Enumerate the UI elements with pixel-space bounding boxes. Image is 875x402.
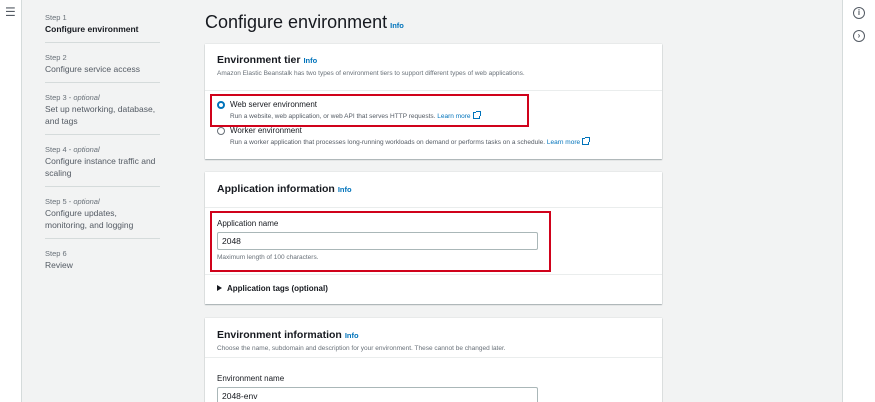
environment-info-card: Environment information Info Choose the n… — [205, 318, 662, 402]
info-icon[interactable]: i — [853, 7, 865, 19]
highlight-box — [210, 94, 529, 127]
step-number: Step 5 - optional — [45, 197, 100, 206]
step-4[interactable]: Step 4 - optional Configure instance tra… — [45, 144, 160, 187]
step-title: Configure updates, monitoring, and loggi… — [45, 208, 134, 230]
step-5[interactable]: Step 5 - optional Configure updates, mon… — [45, 196, 160, 239]
step-number: Step 1 — [45, 13, 67, 22]
card-title: Environment tier Info — [217, 54, 318, 66]
card-description: Amazon Elastic Beanstalk has two types o… — [217, 70, 525, 77]
right-rail: i › — [842, 0, 875, 402]
step-number: Step 3 - optional — [45, 93, 100, 102]
page-title: Configure environment Info — [205, 12, 404, 32]
radio-label: Worker environment — [230, 126, 302, 135]
learn-more-link[interactable]: Learn more — [547, 137, 591, 146]
info-link[interactable]: Info — [390, 21, 404, 30]
info-link[interactable]: Info — [345, 331, 359, 340]
step-3[interactable]: Step 3 - optional Set up networking, dat… — [45, 92, 160, 135]
left-rail: ☰ — [0, 0, 22, 402]
menu-icon[interactable]: ☰ — [5, 6, 16, 18]
caret-right-icon — [217, 285, 222, 291]
step-title: Configure environment — [45, 24, 139, 34]
step-title: Set up networking, database, and tags — [45, 104, 156, 126]
step-number: Step 6 — [45, 249, 67, 258]
highlight-box — [210, 211, 551, 272]
card-title: Application information Info — [217, 183, 352, 195]
radio-description: Run a worker application that processes … — [230, 137, 591, 146]
application-tags-expander[interactable]: Application tags (optional) — [217, 284, 328, 293]
external-link-icon — [582, 137, 591, 145]
card-title: Environment information Info — [217, 329, 359, 341]
environment-name-input[interactable]: 2048-env — [217, 387, 538, 402]
feedback-icon[interactable]: › — [853, 30, 865, 42]
card-description: Choose the name, subdomain and descripti… — [217, 345, 506, 352]
step-title: Configure service access — [45, 64, 140, 74]
info-link[interactable]: Info — [338, 185, 352, 194]
info-link[interactable]: Info — [303, 56, 317, 65]
step-1[interactable]: Step 1 Configure environment — [45, 12, 160, 43]
wizard-steps: Step 1 Configure environment Step 2 Conf… — [45, 12, 160, 287]
environment-name-label: Environment name — [217, 374, 285, 383]
step-title: Review — [45, 260, 73, 270]
step-number: Step 2 — [45, 53, 67, 62]
step-2[interactable]: Step 2 Configure service access — [45, 52, 160, 83]
step-number: Step 4 - optional — [45, 145, 100, 154]
worker-radio[interactable] — [217, 127, 225, 135]
step-6[interactable]: Step 6 Review — [45, 248, 160, 278]
step-title: Configure instance traffic and scaling — [45, 156, 156, 178]
